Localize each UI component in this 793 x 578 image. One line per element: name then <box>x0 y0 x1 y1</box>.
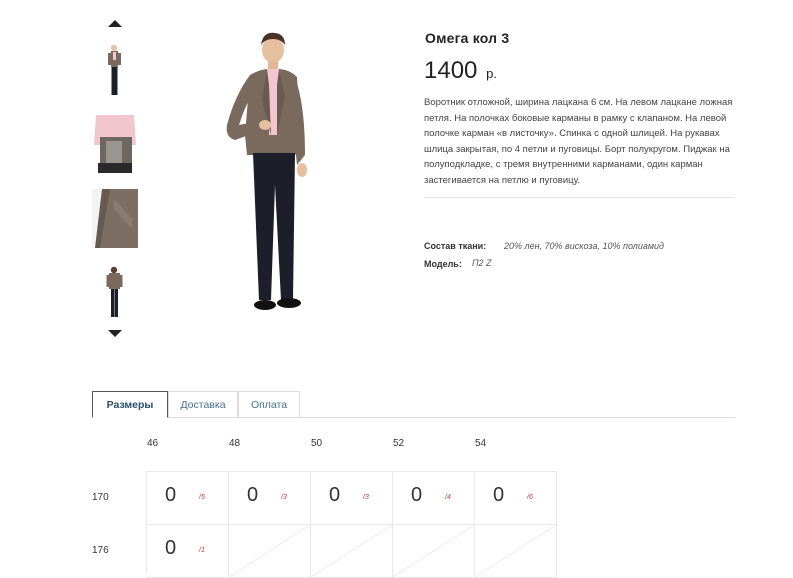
stock-qty: 0 <box>165 484 177 506</box>
stock-total: /1 <box>199 547 205 554</box>
grid-cell[interactable]: 0 /3 <box>311 472 393 525</box>
grid-cell[interactable]: 0 /3 <box>229 472 311 525</box>
thumbnail-open-jacket[interactable] <box>92 115 138 174</box>
grid-cell[interactable]: 0 /1 <box>147 525 229 578</box>
size-col-54: 54 <box>475 438 487 449</box>
stock-total: /3 <box>363 494 369 501</box>
thumbnail-lapel-closeup[interactable] <box>92 189 138 248</box>
stock-total: /3 <box>281 494 287 501</box>
product-main-image <box>205 25 355 320</box>
tabs-baseline <box>92 417 735 418</box>
product-price: 1400 р. <box>424 57 497 85</box>
stock-qty: 0 <box>247 484 259 506</box>
grid-cell-unavailable <box>311 525 393 578</box>
stock-qty: 0 <box>493 484 505 506</box>
stock-qty: 0 <box>165 537 177 559</box>
price-value: 1400 <box>424 57 478 84</box>
arrow-up-icon[interactable] <box>108 20 122 27</box>
unavailable-slash <box>229 525 310 577</box>
price-currency: р. <box>486 66 497 81</box>
stock-qty: 0 <box>329 484 341 506</box>
size-col-50: 50 <box>311 438 323 449</box>
size-col-48: 48 <box>229 438 241 449</box>
grid-cell[interactable]: 0 /6 <box>475 472 557 525</box>
tab-payment[interactable]: Оплата <box>238 391 300 417</box>
height-row-176: 176 <box>92 545 109 556</box>
arrow-down-icon[interactable] <box>108 330 122 337</box>
grid-cell[interactable]: 0 /5 <box>147 472 229 525</box>
product-description: Воротник отложной, ширина лацкана 6 см. … <box>424 97 733 186</box>
grid-cell-unavailable <box>393 525 475 578</box>
fabric-label: Состав ткани: <box>424 241 487 251</box>
stock-qty: 0 <box>411 484 423 506</box>
size-col-52: 52 <box>393 438 405 449</box>
size-grid: 0 /5 0 /3 0 /3 0 /4 0 /6 0 /1 <box>146 471 557 578</box>
height-row-170: 170 <box>92 492 109 503</box>
stock-total: /5 <box>199 494 205 501</box>
tab-sizes[interactable]: Размеры <box>92 391 168 418</box>
fabric-value: 20% лен, 70% вискоза, 10% полиамид <box>504 241 665 251</box>
model-label: Модель: <box>424 259 462 269</box>
stock-total: /4 <box>445 494 451 501</box>
thumbnail-back-view[interactable] <box>92 263 138 322</box>
unavailable-slash <box>311 525 392 577</box>
model-value: П2 Z <box>472 258 492 268</box>
divider <box>424 197 735 198</box>
unavailable-slash <box>393 525 474 577</box>
stock-total: /6 <box>527 494 533 501</box>
thumbnail-full-figure[interactable] <box>92 41 138 100</box>
grid-cell[interactable]: 0 /4 <box>393 472 475 525</box>
product-title: Омега кол 3 <box>425 30 510 46</box>
tab-delivery[interactable]: Доставка <box>168 391 238 417</box>
unavailable-slash <box>475 525 556 577</box>
grid-cell-unavailable <box>475 525 557 578</box>
size-col-46: 46 <box>147 438 159 449</box>
grid-cell-unavailable <box>229 525 311 578</box>
